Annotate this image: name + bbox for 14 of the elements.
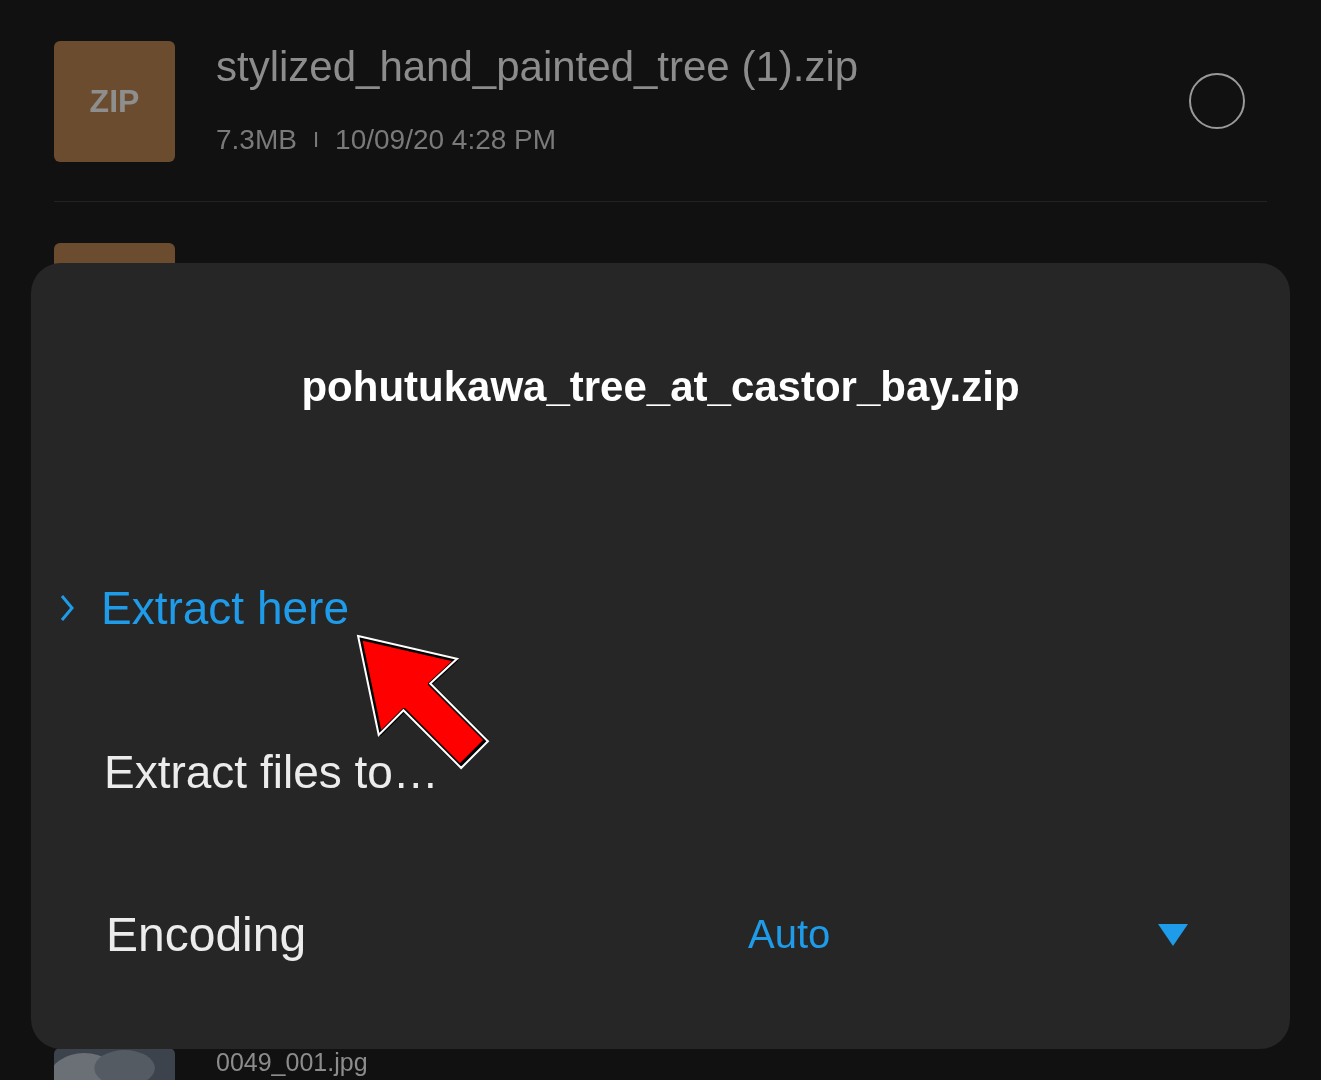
chevron-icon [59,592,75,624]
zip-file-icon: ZIP [54,41,175,162]
encoding-label: Encoding [106,907,308,962]
file-size: 7.3MB [216,124,297,156]
file-name: stylized_hand_painted_tree (1).zip [216,42,859,92]
dropdown-triangle-icon [1158,923,1188,946]
dialog-title: pohutukawa_tree_at_castor_bay.zip [300,363,1021,411]
encoding-dropdown[interactable]: Auto [748,912,1188,957]
file-date: 10/09/20 4:28 PM [335,124,557,156]
menu-option[interactable]: Extract files to… [59,745,439,799]
file-name: 0049_001.jpg [216,1049,368,1075]
select-radio[interactable] [1189,73,1245,129]
separator: I [312,127,320,153]
menu-option[interactable]: Extract here [59,581,349,635]
